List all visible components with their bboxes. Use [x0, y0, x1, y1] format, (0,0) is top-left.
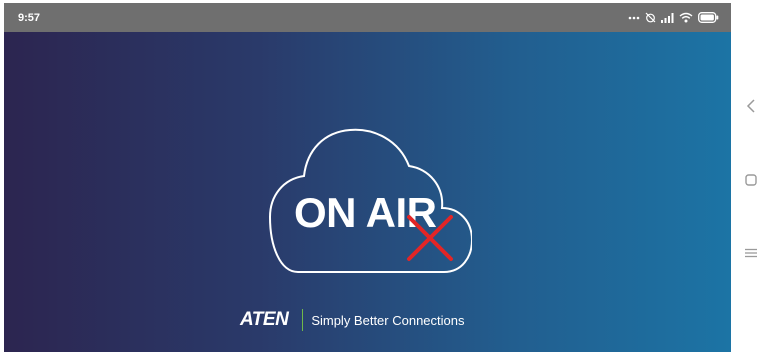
device-screen: 9:57 ON AIR ATEN Simply Better Connectio… [0, 0, 731, 356]
status-bar: 9:57 [4, 3, 731, 32]
aten-logo: ATEN [240, 309, 289, 330]
footer-divider [302, 309, 304, 331]
splash-screen: ON AIR ATEN Simply Better Connections [4, 32, 731, 352]
home-icon[interactable] [744, 173, 758, 187]
tagline: Simply Better Connections [311, 312, 465, 328]
more-dots-icon [628, 16, 640, 20]
signal-icon [661, 12, 674, 23]
x-mark-icon [407, 215, 453, 261]
menu-icon[interactable] [744, 246, 758, 260]
status-time: 9:57 [18, 11, 41, 24]
battery-icon [698, 12, 719, 23]
back-icon[interactable] [744, 99, 758, 113]
brand-footer: ATEN Simply Better Connections [240, 309, 465, 331]
alarm-off-icon [645, 12, 656, 23]
wifi-icon [679, 12, 693, 23]
status-icons [628, 12, 719, 23]
navigation-bar [731, 0, 769, 356]
